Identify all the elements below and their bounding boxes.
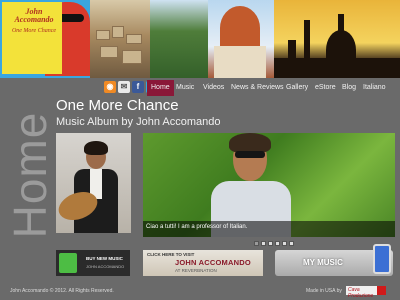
slider-pagination <box>254 241 294 246</box>
rss-icon[interactable]: ◉ <box>104 81 116 93</box>
reverbnation-line2: JOHN ACCOMANDO <box>175 258 251 267</box>
nav-italiano[interactable]: Italiano <box>359 80 390 96</box>
header-photo-hills <box>150 0 208 78</box>
nav-estore[interactable]: eStore <box>311 80 340 96</box>
cathedral-dome <box>220 6 260 50</box>
nav-videos[interactable]: Videos <box>199 80 228 96</box>
site-logo[interactable]: John Accomando One More Chance <box>0 0 90 78</box>
slider-caption-text: Ciao a tutti! I am a professor of Italia… <box>146 224 248 230</box>
slider-dot-1[interactable] <box>254 241 259 246</box>
header-banner: John Accomando One More Chance <box>0 0 400 78</box>
nav-news-reviews[interactable]: News & Reviews <box>227 80 288 96</box>
logo-name-line2: Accomando <box>14 15 54 24</box>
slider-caption: Ciao a tutti! I am a professor of Italia… <box>143 221 395 237</box>
main-nav: ◉ ✉ f t Home Music Videos News & Reviews… <box>0 80 400 96</box>
facebook-icon[interactable]: f <box>132 81 144 93</box>
cathedral-base <box>214 46 266 78</box>
buy-music-banner[interactable]: BUY NEW MUSIC JOHN ACCOMANDO <box>56 250 130 276</box>
nav-home[interactable]: Home <box>147 80 174 96</box>
nav-blog[interactable]: Blog <box>338 80 360 96</box>
footer-brand-mark <box>377 286 386 295</box>
vertical-page-label-text: Home <box>4 111 56 239</box>
my-music-label: MY MUSIC <box>303 258 343 267</box>
footer-made-in: Made in USA by <box>306 288 342 294</box>
header-photo-village <box>90 0 150 78</box>
header-photo-cathedral <box>208 0 274 78</box>
logo-tagline: One More Chance <box>11 28 57 34</box>
reverbnation-line1: CLICK HERE TO VISIT <box>147 252 195 257</box>
buy-music-line2: JOHN ACCOMANDO <box>86 264 125 269</box>
slider-dot-6[interactable] <box>289 241 294 246</box>
guitar-photo <box>56 133 131 233</box>
slider-dot-2[interactable] <box>261 241 266 246</box>
logo-card: John Accomando One More Chance <box>2 2 62 74</box>
buy-music-line1: BUY NEW MUSIC <box>86 256 123 261</box>
page-title: One More Chance <box>56 97 179 114</box>
music-player-icon <box>373 244 391 274</box>
email-icon[interactable]: ✉ <box>118 81 130 93</box>
vertical-page-label: Home <box>4 100 56 250</box>
reverbnation-line3: AT REVERBNATION <box>175 268 217 273</box>
header-photo-sunset <box>274 0 400 78</box>
nav-music[interactable]: Music <box>172 80 198 96</box>
image-slider[interactable]: Ciao a tutti! I am a professor of Italia… <box>143 133 395 237</box>
slider-dot-3[interactable] <box>268 241 273 246</box>
footer-copyright: John Accomando © 2012. All Rights Reserv… <box>10 288 114 294</box>
footer-brand-logo[interactable]: Cava Produzione <box>346 286 386 299</box>
my-music-banner[interactable]: MY MUSIC <box>275 244 393 276</box>
shopping-bag-icon <box>59 253 77 273</box>
nav-gallery[interactable]: Gallery <box>282 80 312 96</box>
logo-text: John Accomando One More Chance <box>6 8 62 35</box>
slider-dot-5[interactable] <box>282 241 287 246</box>
slider-dot-4[interactable] <box>275 241 280 246</box>
reverbnation-banner[interactable]: CLICK HERE TO VISIT JOHN ACCOMANDO AT RE… <box>143 250 263 276</box>
page-subtitle: Music Album by John Accomando <box>56 116 221 128</box>
